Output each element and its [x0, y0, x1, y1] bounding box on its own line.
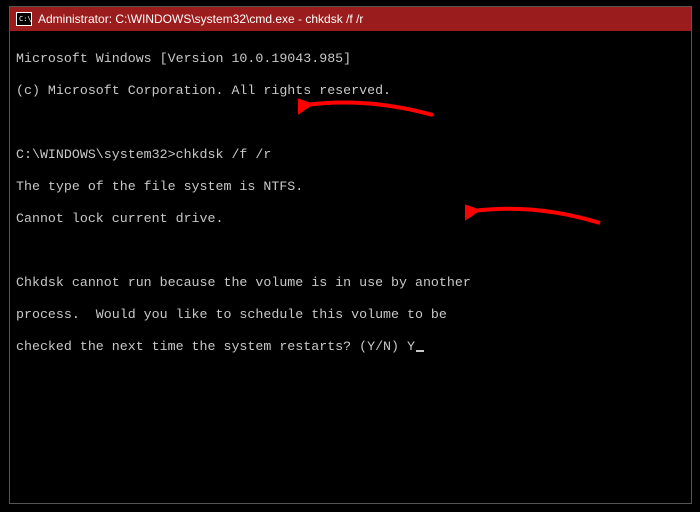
terminal-line: Chkdsk cannot run because the volume is … [16, 275, 685, 291]
terminal-line: Microsoft Windows [Version 10.0.19043.98… [16, 51, 685, 67]
window-title: Administrator: C:\WINDOWS\system32\cmd.e… [38, 12, 363, 26]
cmd-icon: C:\ [16, 12, 32, 26]
cursor [416, 350, 424, 352]
titlebar[interactable]: C:\ Administrator: C:\WINDOWS\system32\c… [10, 7, 691, 31]
prompt-text: C:\WINDOWS\system32> [16, 147, 176, 162]
terminal-line: process. Would you like to schedule this… [16, 307, 685, 323]
terminal-line: The type of the file system is NTFS. [16, 179, 685, 195]
user-input[interactable]: Y [407, 339, 415, 354]
cmd-window: C:\ Administrator: C:\WINDOWS\system32\c… [9, 6, 692, 504]
prompt-question: checked the next time the system restart… [16, 339, 407, 354]
terminal-command-line: C:\WINDOWS\system32>chkdsk /f /r [16, 147, 685, 163]
terminal-line: (c) Microsoft Corporation. All rights re… [16, 83, 685, 99]
cmd-icon-text: C:\ [19, 16, 32, 23]
command-text: chkdsk /f /r [176, 147, 272, 162]
terminal-blank [16, 243, 685, 259]
terminal-area[interactable]: Microsoft Windows [Version 10.0.19043.98… [10, 31, 691, 503]
terminal-blank [16, 115, 685, 131]
terminal-line: Cannot lock current drive. [16, 211, 685, 227]
terminal-input-line: checked the next time the system restart… [16, 339, 685, 355]
